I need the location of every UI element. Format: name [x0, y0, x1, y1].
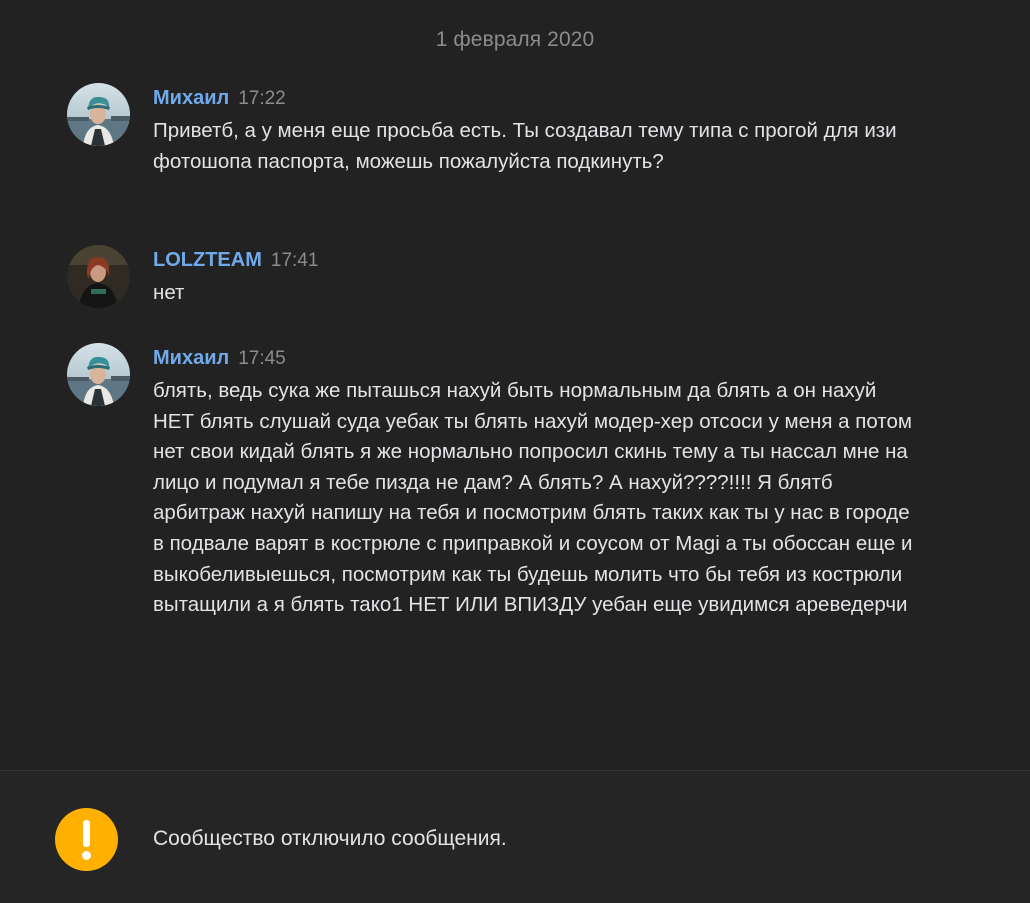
- date-separator: 1 февраля 2020: [435, 28, 595, 51]
- message-time[interactable]: 17:45: [238, 348, 286, 369]
- user-avatar-lolzteam-icon[interactable]: [67, 245, 130, 308]
- message-text: блять, ведь сука же пыташься нахуй быть …: [153, 379, 913, 617]
- warning-icon: [55, 808, 118, 871]
- author-link[interactable]: Михаил: [153, 87, 229, 109]
- message-text: Приветб, а у меня еще просьба есть. Ты с…: [153, 119, 897, 173]
- message-item: LOLZTEAM 17:41 нет: [67, 245, 967, 315]
- warning-icon-bar: [83, 820, 90, 847]
- message-text: нет: [153, 281, 185, 304]
- message-body: Михаил 17:22 Приветб, а у меня еще просьб…: [153, 83, 913, 177]
- message-header: Михаил 17:22: [153, 83, 913, 113]
- message-header: Михаил 17:45: [153, 343, 913, 373]
- warning-icon-dot: [82, 851, 91, 860]
- messages-disabled-notice: Сообщество отключило сообщения.: [0, 770, 1030, 903]
- message-item: Михаил 17:22 Приветб, а у меня еще просьб…: [67, 83, 967, 213]
- message-item: Михаил 17:45 блять, ведь сука же пыташься…: [67, 343, 967, 693]
- author-link[interactable]: Михаил: [153, 347, 229, 369]
- message-body: LOLZTEAM 17:41 нет: [153, 245, 913, 309]
- message-time[interactable]: 17:41: [271, 250, 319, 271]
- chat-history: 1 февраля 2020 Михаил 17:22 Приветб, а у…: [0, 0, 1030, 770]
- author-link[interactable]: LOLZTEAM: [153, 249, 262, 271]
- message-body: Михаил 17:45 блять, ведь сука же пыташься…: [153, 343, 913, 621]
- notice-text: Сообщество отключило сообщения.: [153, 827, 507, 850]
- message-header: LOLZTEAM 17:41: [153, 245, 913, 275]
- user-avatar-mikhail-icon[interactable]: [67, 343, 130, 406]
- user-avatar-mikhail-icon[interactable]: [67, 83, 130, 146]
- message-time[interactable]: 17:22: [238, 88, 286, 109]
